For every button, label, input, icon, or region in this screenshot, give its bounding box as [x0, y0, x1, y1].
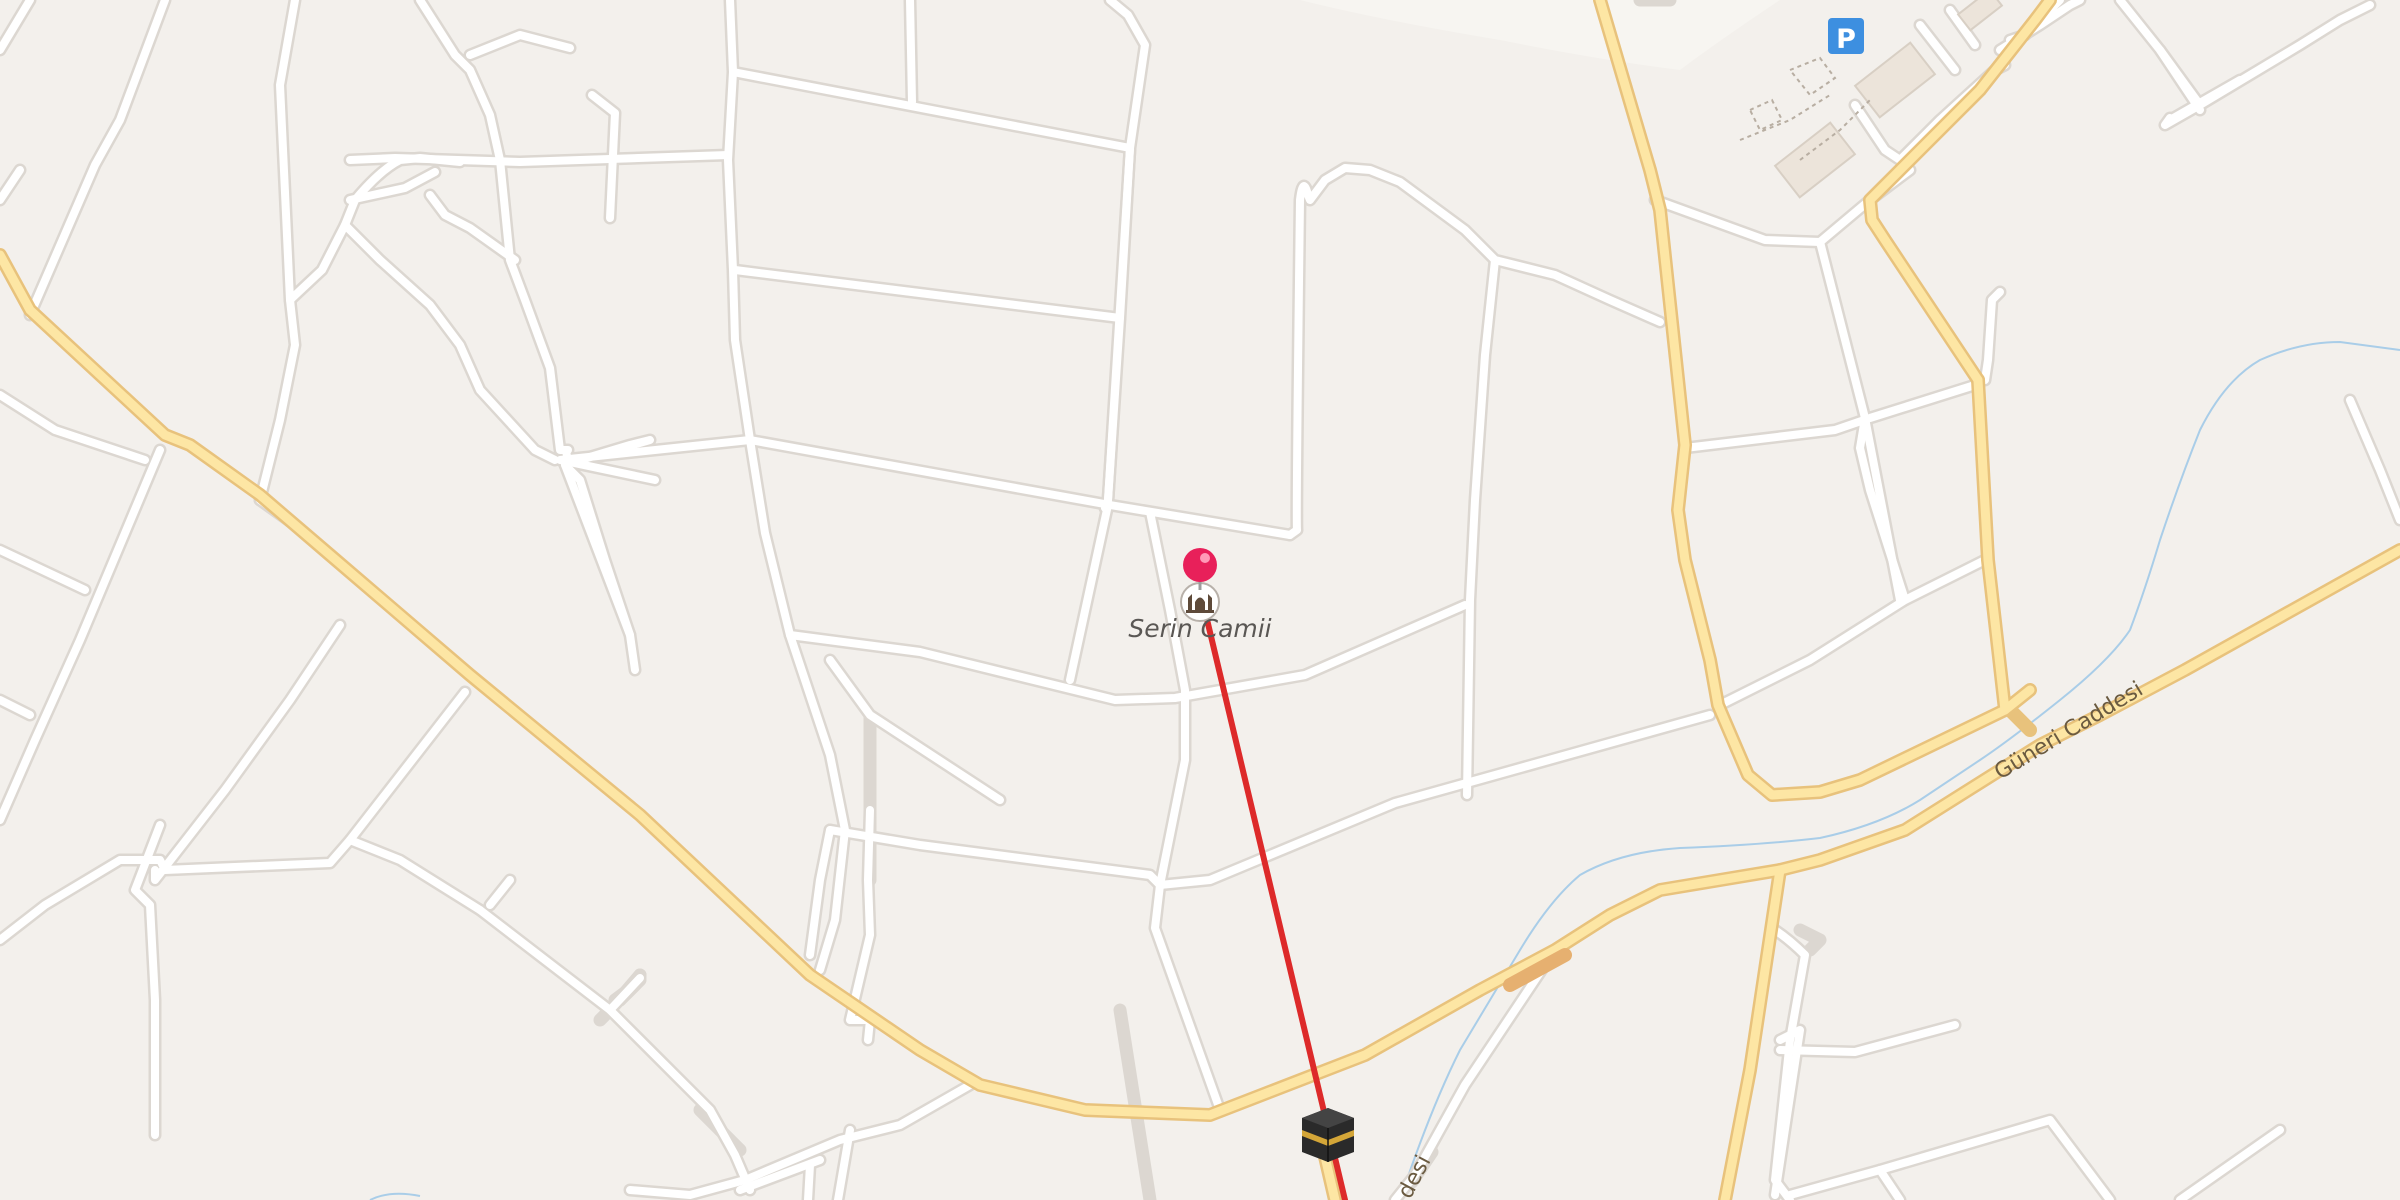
- parking-label: P: [1836, 24, 1856, 55]
- map-view[interactable]: Güneri Caddesi desi Serin Camii P: [0, 0, 2400, 1200]
- map-canvas[interactable]: Güneri Caddesi desi Serin Camii P: [0, 0, 2400, 1200]
- kaaba-icon[interactable]: [1302, 1108, 1354, 1162]
- parking-icon[interactable]: P: [1828, 18, 1864, 55]
- place-label: Serin Camii: [1128, 614, 1271, 643]
- location-pin-icon[interactable]: [1183, 548, 1217, 590]
- open-area: [1300, 0, 1780, 70]
